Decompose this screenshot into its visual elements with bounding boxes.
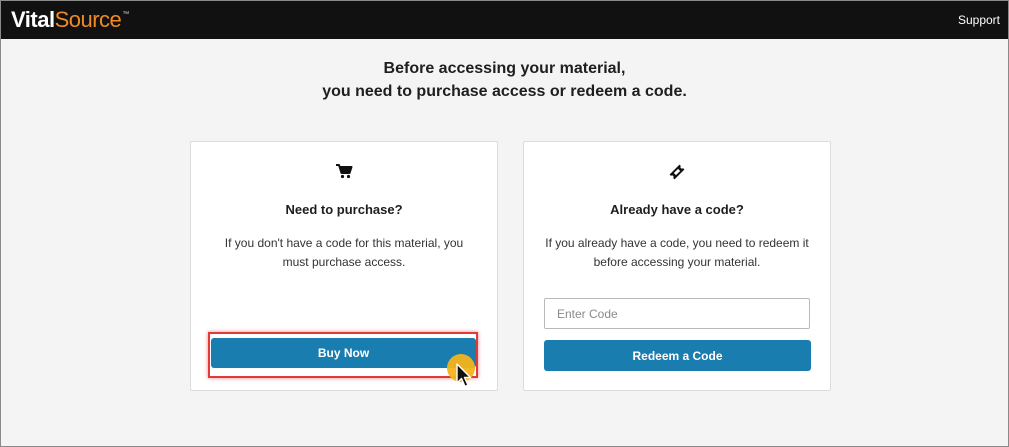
vitalsource-logo[interactable]: Vital Source ™	[11, 9, 129, 31]
logo-text-vital: Vital	[11, 7, 55, 32]
mouse-pointer-icon	[456, 363, 474, 394]
logo-trademark: ™	[122, 11, 129, 18]
redeem-title: Already have a code?	[610, 202, 744, 217]
shopping-cart-icon	[191, 163, 497, 179]
page-heading: Before accessing your material, you need…	[1, 57, 1008, 103]
top-nav-bar: Vital Source ™ Support	[1, 1, 1008, 39]
redeem-description: If you already have a code, you need to …	[545, 236, 809, 269]
heading-line-1: Before accessing your material,	[383, 60, 626, 77]
purchase-title: Need to purchase?	[285, 202, 403, 217]
redeem-card: Already have a code? If you already have…	[523, 141, 831, 391]
enter-code-input[interactable]	[544, 298, 810, 329]
app-window: Vital Source ™ Support Before accessing …	[0, 0, 1009, 447]
purchase-description: If you don't have a code for this materi…	[224, 236, 464, 269]
redeem-code-button[interactable]: Redeem a Code	[544, 340, 811, 371]
ticket-icon	[524, 163, 830, 181]
heading-line-2: you need to purchase access or redeem a …	[322, 83, 687, 100]
logo-text-source: Source	[54, 7, 122, 32]
support-link[interactable]: Support	[958, 13, 1000, 27]
buy-now-highlight-box	[208, 332, 478, 378]
